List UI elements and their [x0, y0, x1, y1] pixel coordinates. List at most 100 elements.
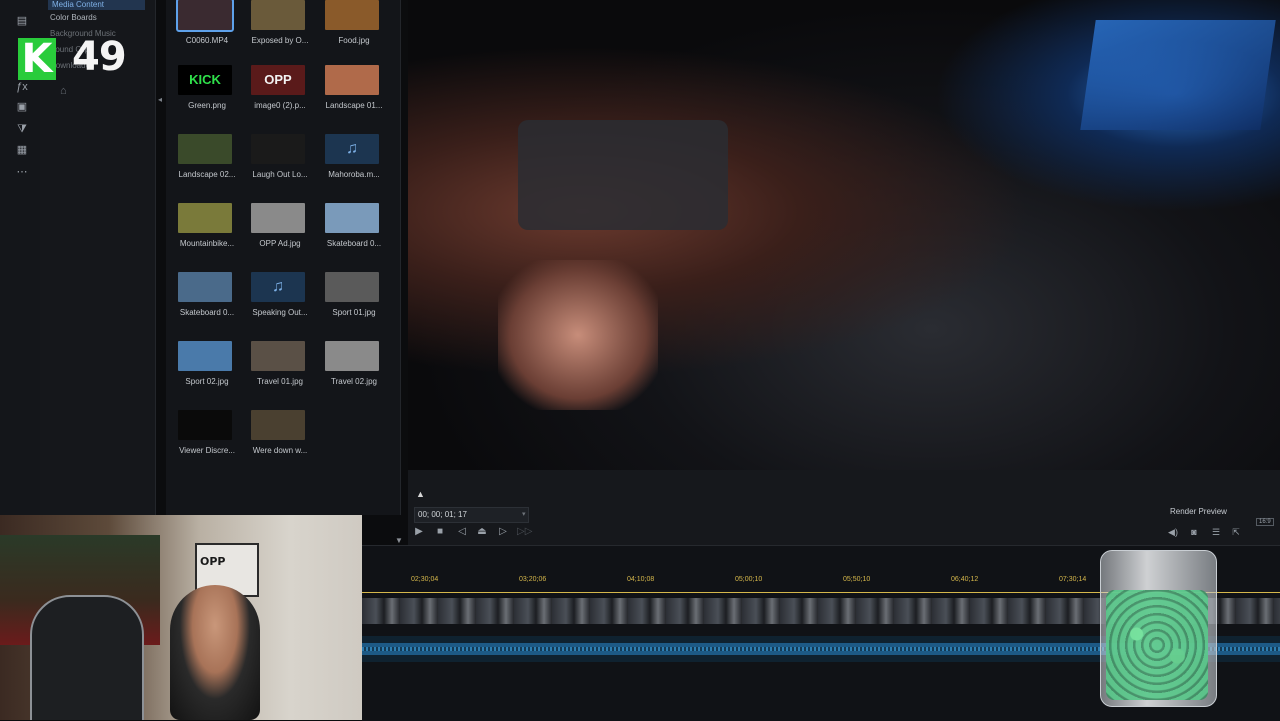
add-folder-icon[interactable]: ⌂: [60, 85, 67, 97]
timeline-tick-label: 05;50;10: [843, 576, 871, 583]
preview-phone: [518, 120, 728, 230]
library-tile[interactable]: ♫ Speaking Out...: [247, 272, 313, 332]
media-thumbnail: [325, 341, 379, 371]
library-tile[interactable]: ♫ Mahoroba.m...: [321, 134, 387, 194]
library-tile[interactable]: Viewer Discre...: [174, 410, 240, 470]
library-tile-label: Exposed by O...: [251, 36, 309, 45]
transition-room-icon[interactable]: ⧩: [14, 122, 30, 136]
library-tile[interactable]: Travel 01.jpg: [247, 341, 313, 401]
timeline-tick-label: 02;30;04: [411, 576, 439, 583]
library-tile-label: Mahoroba.m...: [328, 170, 380, 179]
webcam-poster-text: OPP: [200, 555, 226, 568]
k49-logo-number: 49: [72, 34, 127, 80]
library-tile[interactable]: KICK Green.png: [174, 65, 240, 125]
library-tile[interactable]: Food.jpg: [321, 0, 387, 60]
undock-preview-icon[interactable]: ⇱: [1229, 526, 1243, 538]
pip-room-icon[interactable]: ▣: [14, 100, 30, 114]
library-tile[interactable]: OPP Ad.jpg: [247, 203, 313, 263]
library-tile[interactable]: Sport 01.jpg: [321, 272, 387, 332]
webcam-overlay: OPP: [0, 515, 362, 720]
library-tile-label: Speaking Out...: [252, 308, 308, 317]
webcam-person: [170, 585, 260, 720]
media-room-icon[interactable]: ▤: [14, 14, 30, 28]
fast-forward-button[interactable]: ▷▷: [517, 526, 532, 538]
library-scroll-down-icon[interactable]: ▼: [395, 536, 403, 545]
stop-button[interactable]: ■: [433, 526, 447, 538]
timeline-tick-label: 03;20;06: [519, 576, 547, 583]
library-tile[interactable]: Landscape 02...: [174, 134, 240, 194]
camera-icon[interactable]: ◙: [1187, 526, 1201, 538]
snapshot-step-button[interactable]: ⏏: [475, 526, 489, 538]
library-tile[interactable]: OPP image0 (2).p...: [247, 65, 313, 125]
library-tile[interactable]: Laugh Out Lo...: [247, 134, 313, 194]
media-thumbnail: [251, 0, 305, 30]
library-tile[interactable]: Landscape 01...: [321, 65, 387, 125]
media-thumbnail: [325, 0, 379, 30]
library-tile[interactable]: Exposed by O...: [247, 0, 313, 60]
library-tile-label: Skateboard 0...: [179, 308, 235, 317]
subtitle-room-icon[interactable]: ▦: [14, 143, 30, 157]
render-preview-button[interactable]: Render Preview: [1170, 507, 1227, 516]
scrubber-handle[interactable]: ▲: [416, 489, 425, 499]
media-thumbnail: [251, 410, 305, 440]
more-rooms-icon[interactable]: ⋯: [14, 165, 30, 179]
media-thumbnail: [251, 341, 305, 371]
next-frame-button[interactable]: ▷: [496, 526, 510, 538]
media-thumbnail: [251, 134, 305, 164]
media-thumbnail: KICK: [178, 65, 232, 95]
library-tile[interactable]: Skateboard 0...: [174, 272, 240, 332]
library-tile-label: Sport 02.jpg: [185, 377, 229, 386]
webcam-chair: [30, 595, 144, 720]
library-tile-label: image0 (2).p...: [254, 101, 306, 110]
timeline-tick-label: 05;00;10: [735, 576, 763, 583]
timecode-display[interactable]: 00; 00; 01; 17: [414, 507, 529, 523]
timecode-dropdown-icon[interactable]: ▾: [522, 510, 526, 518]
media-thumbnail: [178, 203, 232, 233]
library-tile-label: Viewer Discre...: [179, 446, 235, 455]
volume-icon[interactable]: ◀): [1166, 526, 1180, 538]
library-tile[interactable]: Mountainbike...: [174, 203, 240, 263]
library-tile[interactable]: Sport 02.jpg: [174, 341, 240, 401]
play-button[interactable]: ▶: [412, 526, 426, 538]
aspect-ratio-badge[interactable]: 16:9: [1256, 518, 1274, 526]
media-thumbnail: [178, 341, 232, 371]
library-tile[interactable]: Travel 02.jpg: [321, 341, 387, 401]
media-library: C0060.MP4 Exposed by O... Food.jpg KICK Gree…: [166, 0, 401, 515]
library-tile-label: Skateboard 0...: [326, 239, 382, 248]
library-tile-label: Mountainbike...: [179, 239, 235, 248]
player-bar: [408, 470, 1280, 545]
library-tile-label: Were down w...: [252, 446, 308, 455]
media-thumbnail: [178, 410, 232, 440]
previous-frame-button[interactable]: ◁: [455, 526, 469, 538]
library-tile-label: Landscape 02...: [178, 170, 236, 179]
fx-room-icon[interactable]: ƒx: [14, 80, 30, 94]
collapse-panel-icon[interactable]: ◂: [158, 95, 166, 105]
library-tile-label: Travel 01.jpg: [257, 377, 303, 386]
preview-dashboard-screen: [1080, 20, 1276, 130]
library-tile[interactable]: C0060.MP4: [174, 0, 240, 60]
display-settings-icon[interactable]: ☰: [1209, 526, 1223, 538]
media-thumbnail: [176, 0, 234, 32]
music-note-icon: ♫: [251, 272, 305, 302]
subpanel-item-color-boards[interactable]: Color Boards: [50, 13, 97, 22]
k49-logo-letter: K: [18, 38, 56, 80]
jar-contents: [1106, 590, 1208, 700]
library-tile-label: Food.jpg: [338, 36, 370, 45]
media-thumbnail: [178, 134, 232, 164]
library-tile[interactable]: Were down w...: [247, 410, 313, 470]
library-tile-label: OPP Ad.jpg: [259, 239, 301, 248]
timeline-tick-label: 07;30;14: [1059, 576, 1087, 583]
media-thumbnail: [325, 203, 379, 233]
media-thumbnail: OPP: [251, 65, 305, 95]
library-tile[interactable]: Skateboard 0...: [321, 203, 387, 263]
media-thumbnail: [178, 272, 232, 302]
timeline-tick-label: 04;10;08: [627, 576, 655, 583]
library-tile-label: Sport 01.jpg: [332, 308, 376, 317]
library-tile-label: Travel 02.jpg: [331, 377, 377, 386]
preview-hand: [498, 260, 658, 410]
library-tile-label: C0060.MP4: [185, 36, 229, 45]
subpanel-item-media-content[interactable]: Media Content: [48, 0, 145, 10]
music-note-icon: ♫: [325, 134, 379, 164]
timeline-tick-label: 06;40;12: [951, 576, 979, 583]
library-tile-label: Laugh Out Lo...: [252, 170, 308, 179]
